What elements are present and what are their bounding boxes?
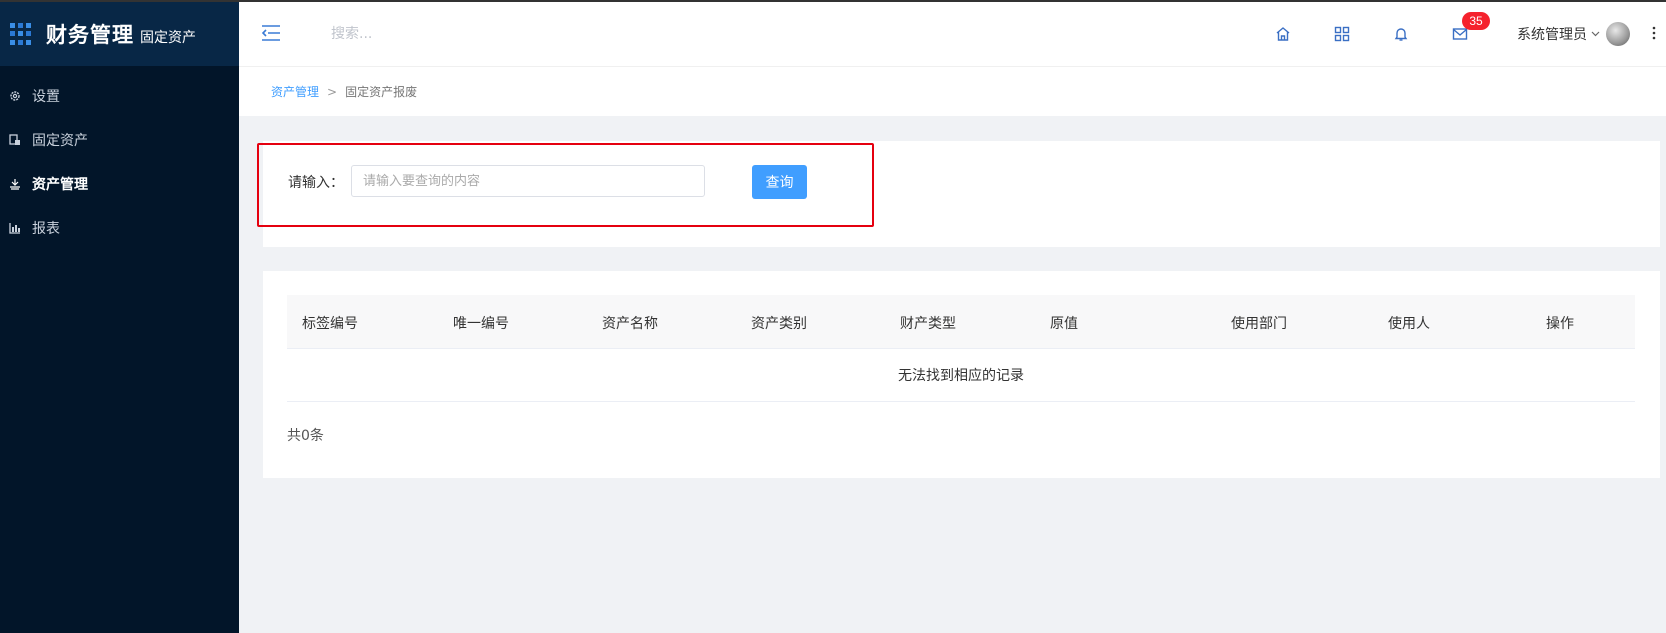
breadcrumb-parent-link[interactable]: 资产管理 [271, 83, 319, 100]
query-label: 请输入： [288, 175, 344, 191]
empty-message: 无法找到相应的记录 [898, 368, 1024, 384]
grid-logo-icon [10, 23, 32, 45]
brand-title: 财务管理 [46, 23, 134, 47]
brand: 财务管理 固定资产 [0, 2, 239, 66]
message-count-badge: 35 [1462, 12, 1490, 30]
column-header-asset-name: 资产名称 [602, 316, 658, 332]
column-header-department: 使用部门 [1231, 316, 1287, 332]
query-button[interactable]: 查询 [752, 165, 807, 199]
username: 系统管理员 [1517, 27, 1587, 43]
header-actions: 35 系统管理员 [1273, 2, 1666, 66]
column-header-asset-category: 资产类别 [751, 316, 807, 332]
chevron-down-icon [1591, 29, 1600, 40]
top-header: 35 系统管理员 [239, 0, 1666, 66]
sidebar-item-asset-management[interactable]: 资产管理 [0, 162, 239, 206]
breadcrumb-current: 固定资产报废 [345, 85, 418, 99]
breadcrumb: 资产管理 > 固定资产报废 [239, 66, 1666, 116]
sidebar-menu: 设置 固定资产 资产管理 报表 [0, 66, 239, 250]
table-empty-row: 无法找到相应的记录 [287, 349, 1635, 402]
user-menu[interactable]: 系统管理员 [1517, 22, 1630, 46]
manage-icon [8, 177, 22, 191]
apps-grid-icon[interactable] [1332, 24, 1352, 44]
sidebar: 财务管理 固定资产 设置 固定资产 资产管理 报表 [0, 0, 239, 633]
total-count: 共0条 [287, 428, 324, 444]
breadcrumb-separator: > [327, 84, 338, 99]
sidebar-item-label: 固定资产 [32, 133, 88, 149]
sidebar-item-label: 资产管理 [32, 177, 88, 193]
column-header-property-type: 财产类型 [900, 316, 956, 332]
asset-icon [8, 133, 22, 147]
avatar[interactable] [1606, 22, 1630, 46]
column-header-user: 使用人 [1388, 316, 1430, 332]
sidebar-item-reports[interactable]: 报表 [0, 206, 239, 250]
column-header-tag-no: 标签编号 [302, 316, 358, 332]
bell-icon[interactable] [1391, 24, 1411, 44]
sidebar-item-settings[interactable]: 设置 [0, 74, 239, 118]
mail-icon[interactable]: 35 [1450, 12, 1490, 44]
menu-collapse-icon[interactable] [261, 25, 283, 43]
brand-subtitle: 固定资产 [140, 30, 196, 46]
sidebar-item-label: 报表 [32, 221, 60, 237]
column-header-unique-no: 唯一编号 [453, 316, 509, 332]
gear-icon [8, 89, 22, 103]
table-header: 标签编号 唯一编号 资产名称 资产类别 财产类型 原值 使用部门 使用人 操作 [287, 295, 1635, 349]
column-header-original-value: 原值 [1050, 316, 1078, 332]
search-input[interactable] [331, 19, 531, 49]
home-icon[interactable] [1273, 24, 1293, 44]
column-header-actions: 操作 [1546, 316, 1574, 332]
chart-icon [8, 221, 22, 235]
sidebar-item-fixed-assets[interactable]: 固定资产 [0, 118, 239, 162]
sidebar-item-label: 设置 [32, 89, 60, 105]
more-vertical-icon[interactable] [1652, 25, 1656, 44]
query-input[interactable] [351, 165, 705, 197]
